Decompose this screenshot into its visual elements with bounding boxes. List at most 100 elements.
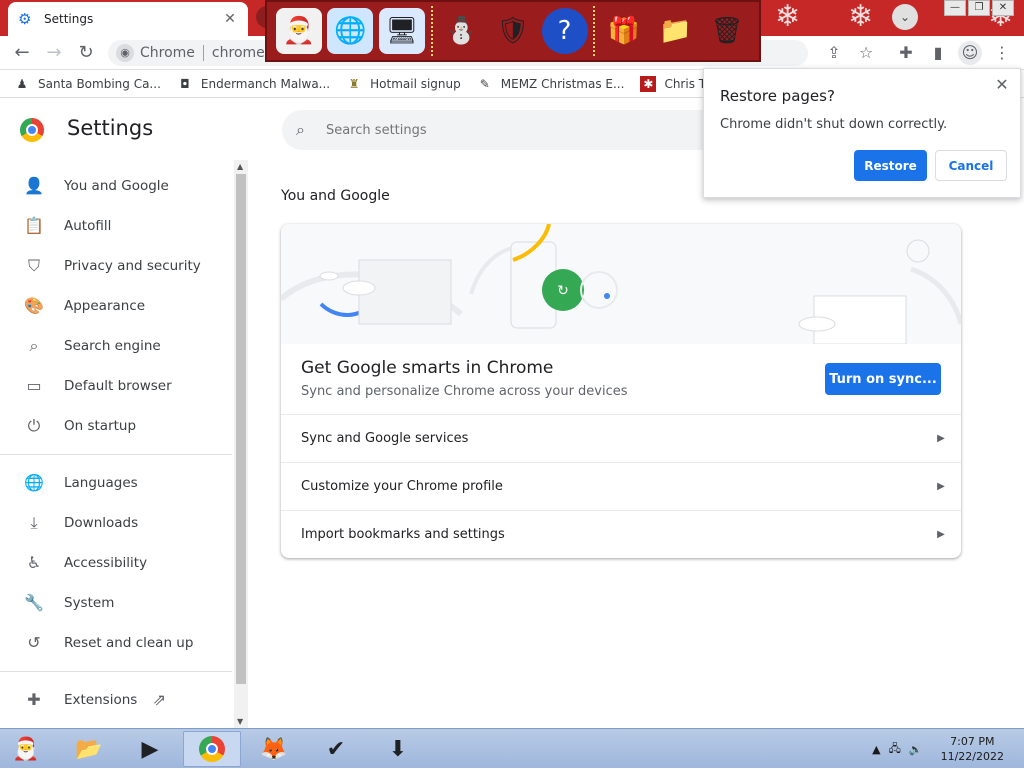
- sidebar-item-appearance[interactable]: 🎨 Appearance: [0, 286, 232, 326]
- gear-icon: ⚙: [18, 10, 32, 28]
- recycle-bin-icon[interactable]: 🗑: [704, 8, 750, 54]
- start-santa-icon[interactable]: 🎅: [0, 731, 52, 767]
- minimize-button[interactable]: —: [944, 0, 966, 16]
- sync-card: ↻ Get Google smarts in Chrome Sync and p…: [281, 224, 961, 558]
- search-icon: ⌕: [296, 120, 305, 139]
- taskbar-checklist-icon[interactable]: ✔: [307, 731, 365, 767]
- search-icon: ⌕: [29, 336, 39, 355]
- settings-main: You and Google ↻ Get Google smarts in Ch…: [248, 164, 1024, 728]
- row-import-bookmarks[interactable]: Import bookmarks and settings ▶: [281, 510, 961, 558]
- dialog-title: Restore pages?: [720, 87, 835, 105]
- bookmark-label: Santa Bombing Ca...: [38, 76, 161, 91]
- help-icon[interactable]: ?: [541, 8, 588, 54]
- globe-network-icon[interactable]: 🌐: [327, 8, 374, 54]
- profile-avatar-icon[interactable]: ☺: [958, 41, 982, 65]
- toolbar-separator: [593, 6, 596, 56]
- bookmark-item[interactable]: ✎ MEMZ Christmas E...: [477, 76, 625, 92]
- globe-icon: 🌐: [24, 473, 44, 492]
- side-panel-icon[interactable]: ▮: [926, 41, 950, 65]
- page-title: Settings: [67, 116, 154, 140]
- person-icon: 👤: [24, 176, 44, 195]
- tab-settings[interactable]: ⚙ Settings ✕: [8, 2, 248, 36]
- settings-sidebar: 👤 You and Google 📋 Autofill ⛉ Privacy an…: [0, 164, 232, 728]
- sidebar-item-on-startup[interactable]: ⏻ On startup: [0, 406, 232, 446]
- tab-search-icon[interactable]: ⌄: [892, 4, 918, 30]
- volume-icon[interactable]: 🔊: [909, 743, 923, 756]
- browser-icon: ▭: [26, 376, 42, 395]
- taskbar-download-manager-icon[interactable]: ⬇: [369, 731, 427, 767]
- taskbar-chrome-icon[interactable]: [183, 731, 241, 767]
- clock-date: 11/22/2022: [940, 750, 1004, 763]
- taskbar-media-icon[interactable]: ▶: [121, 731, 179, 767]
- shield-colors-icon[interactable]: 🛡: [490, 8, 536, 54]
- bookmark-star-icon[interactable]: ☆: [854, 41, 878, 65]
- tab-close-icon[interactable]: ✕: [222, 11, 238, 27]
- sidebar-item-downloads[interactable]: ⤓ Downloads: [0, 503, 232, 543]
- restore-button[interactable]: ❐: [968, 0, 990, 16]
- window-controls: — ❐ ✕: [944, 0, 1014, 16]
- history-icon: ↺: [27, 633, 41, 652]
- scroll-up-icon[interactable]: ▲: [237, 162, 243, 171]
- sidebar-item-languages[interactable]: 🌐 Languages: [0, 463, 232, 503]
- sidebar-item-you-and-google[interactable]: 👤 You and Google: [0, 166, 232, 206]
- chrome-site-icon: ◉: [116, 44, 134, 62]
- sidebar-item-default-browser[interactable]: ▭ Default browser: [0, 366, 232, 406]
- row-label: Sync and Google services: [301, 431, 469, 446]
- sidebar-item-system[interactable]: 🔧 System: [0, 583, 232, 623]
- bookmark-item[interactable]: ◘ Endermanch Malwa...: [177, 76, 330, 92]
- snowman-icon[interactable]: ⛄: [438, 8, 484, 54]
- bookmark-item[interactable]: ♜ Hotmail signup: [346, 76, 461, 92]
- reload-icon[interactable]: ↻: [74, 41, 98, 65]
- search-input[interactable]: [326, 122, 666, 138]
- sidebar-item-label: Accessibility: [64, 555, 148, 571]
- sidebar-item-search-engine[interactable]: ⌕ Search engine: [0, 326, 232, 366]
- sidebar-item-accessibility[interactable]: ♿ Accessibility: [0, 543, 232, 583]
- clock[interactable]: 7:07 PM 11/22/2022: [941, 734, 1004, 764]
- sidebar-item-autofill[interactable]: 📋 Autofill: [0, 206, 232, 246]
- sidebar-item-label: Privacy and security: [64, 258, 201, 274]
- folder-icon[interactable]: 📁: [652, 8, 698, 54]
- share-icon[interactable]: ⇪: [822, 41, 846, 65]
- cancel-button[interactable]: Cancel: [935, 150, 1007, 181]
- scroll-down-icon[interactable]: ▼: [237, 717, 243, 726]
- sidebar-item-reset[interactable]: ↺ Reset and clean up: [0, 623, 232, 663]
- extensions-puzzle-icon[interactable]: ✚: [894, 41, 918, 65]
- wrench-icon: 🔧: [24, 593, 44, 612]
- taskbar-firefox-icon[interactable]: 🦊: [245, 731, 303, 767]
- network-icon[interactable]: 🖧: [889, 740, 901, 759]
- power-icon: ⏻: [27, 416, 41, 435]
- site-info[interactable]: ◉ Chrome: [116, 44, 195, 62]
- tab-title: Settings: [44, 12, 94, 26]
- network-window-icon[interactable]: 🖥: [379, 8, 426, 54]
- toolbar-separator: [430, 6, 433, 56]
- turn-on-sync-button[interactable]: Turn on sync...: [825, 363, 941, 395]
- sidebar-item-extensions[interactable]: ✚ Extensions ⇗: [0, 680, 232, 720]
- restore-button[interactable]: Restore: [854, 150, 927, 181]
- gift-icon[interactable]: 🎁: [601, 8, 647, 54]
- sidebar-item-label: Reset and clean up: [64, 635, 194, 651]
- sync-title: Get Google smarts in Chrome: [301, 358, 554, 378]
- sidebar-item-label: Default browser: [64, 378, 172, 394]
- snowflake-icon: ❄: [775, 0, 801, 34]
- close-window-button[interactable]: ✕: [992, 0, 1014, 16]
- show-hidden-icons[interactable]: ▲: [872, 743, 880, 756]
- svg-text:↻: ↻: [557, 283, 569, 299]
- bookmark-item[interactable]: ♟ Santa Bombing Ca...: [14, 76, 161, 92]
- row-label: Import bookmarks and settings: [301, 527, 505, 542]
- menu-kebab-icon[interactable]: ⋮: [990, 41, 1014, 65]
- sidebar-scrollbar[interactable]: ▲ ▼: [234, 160, 248, 728]
- sidebar-item-privacy[interactable]: ⛉ Privacy and security: [0, 246, 232, 286]
- row-sync-services[interactable]: Sync and Google services ▶: [281, 414, 961, 462]
- restore-pages-dialog: Restore pages? ✕ Chrome didn't shut down…: [703, 68, 1021, 198]
- site-label: Chrome: [140, 45, 195, 61]
- santa-computer-icon[interactable]: 🎅: [275, 8, 322, 54]
- taskbar-folder-icon[interactable]: 📂: [60, 731, 118, 767]
- scroll-thumb[interactable]: [236, 174, 246, 684]
- chevron-right-icon: ▶: [937, 529, 945, 540]
- puzzle-icon: ✚: [27, 690, 41, 709]
- row-customize-profile[interactable]: Customize your Chrome profile ▶: [281, 462, 961, 510]
- close-icon[interactable]: ✕: [992, 75, 1012, 94]
- search-settings-box[interactable]: ⌕: [282, 110, 722, 150]
- forward-arrow-icon[interactable]: →: [42, 41, 66, 65]
- back-arrow-icon[interactable]: ←: [10, 41, 34, 65]
